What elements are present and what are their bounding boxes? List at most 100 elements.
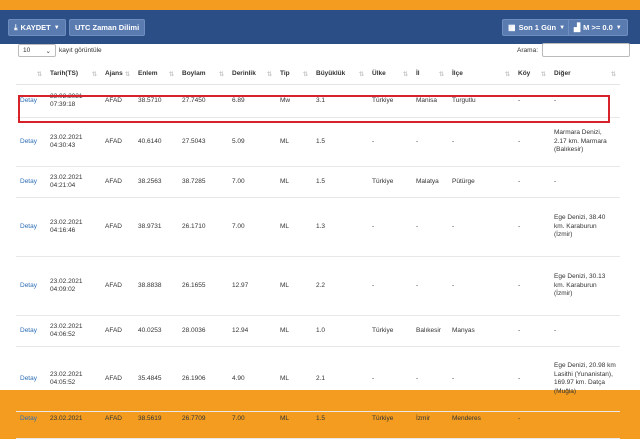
- district-cell: -: [448, 346, 514, 412]
- other-cell: Ege Denizi, 30.13 km. Karaburun (İzmir): [550, 256, 620, 316]
- column-header[interactable]: Tip ⇅: [276, 64, 312, 85]
- depth-cell: 5.09: [228, 117, 276, 167]
- detail-link[interactable]: Detay: [16, 117, 46, 167]
- table-row: Detay 23.02.2021 04:21:04 AFAD 38.2563 38.728…: [16, 166, 620, 198]
- chevron-down-icon: ▼: [53, 24, 60, 31]
- lat-cell: 38.9731: [134, 197, 178, 257]
- detail-link[interactable]: Detay: [16, 256, 46, 316]
- detail-link[interactable]: Detay: [16, 166, 46, 198]
- column-header[interactable]: Derinlik ⇅: [228, 64, 276, 85]
- mag-cell: 1.5: [312, 411, 368, 439]
- type-cell: ML: [276, 346, 312, 412]
- other-cell: Ege Denizi, 20.98 km Lasithi (Yunanistan…: [550, 346, 620, 412]
- village-cell: -: [514, 166, 550, 198]
- lat-cell: 38.8838: [134, 256, 178, 316]
- save-button[interactable]: ⤓ KAYDET ▼: [8, 19, 66, 36]
- column-header[interactable]: Ülke ⇅: [368, 64, 412, 85]
- earthquake-table: ⇅ Tarih(TS) ⇅ Ajans ⇅ Enlem ⇅ Boylam ⇅ Derinlik ⇅ T…: [16, 64, 620, 439]
- other-cell: Marmara Denizi, 2.17 km. Marmara (Balıke…: [550, 117, 620, 167]
- country-cell: -: [368, 117, 412, 167]
- column-header[interactable]: ⇅: [16, 64, 46, 85]
- bar-chart-icon: ▟: [574, 22, 581, 32]
- search-control: Arama:: [517, 43, 630, 57]
- utc-timezone-button[interactable]: UTC Zaman Dilimi: [69, 19, 146, 36]
- mag-cell: 2.1: [312, 346, 368, 412]
- column-header[interactable]: Boylam ⇅: [178, 64, 228, 85]
- table-row: Detay 23.02.2021 AFAD 38.5619 26.7709 7.00 ML 1…: [16, 411, 620, 439]
- type-cell: ML: [276, 117, 312, 167]
- table-row: Detay 23.02.2021 04:30:43 AFAD 40.6140 27.504…: [16, 117, 620, 167]
- depth-cell: 7.00: [228, 166, 276, 198]
- sort-icon: ⇅: [438, 72, 444, 78]
- lon-cell: 26.1655: [178, 256, 228, 316]
- page-length-control: 10 ⌄ kayıt görüntüle: [18, 44, 102, 57]
- lon-cell: 26.7709: [178, 411, 228, 439]
- sort-icon: ⇅: [610, 72, 616, 78]
- depth-cell: 12.97: [228, 256, 276, 316]
- period-dropdown[interactable]: ▦ Son 1 Gün ▼: [502, 19, 572, 36]
- village-cell: -: [514, 315, 550, 347]
- date-cell: 23.02.2021 04:16:46: [46, 197, 101, 257]
- sort-icon: ⇅: [36, 72, 42, 78]
- other-cell: Ege Denizi, 38.40 km. Karaburun (İzmir): [550, 197, 620, 257]
- sort-icon: ⇅: [358, 72, 364, 78]
- province-cell: -: [412, 197, 448, 257]
- lon-cell: 27.5043: [178, 117, 228, 167]
- lon-cell: 27.7450: [178, 84, 228, 118]
- province-cell: Manisa: [412, 84, 448, 118]
- depth-cell: 7.00: [228, 197, 276, 257]
- detail-link[interactable]: Detay: [16, 411, 46, 439]
- other-cell: -: [550, 84, 620, 118]
- province-cell: -: [412, 346, 448, 412]
- sort-icon: ⇅: [168, 72, 174, 78]
- column-header[interactable]: Büyüklük ⇅: [312, 64, 368, 85]
- country-cell: -: [368, 346, 412, 412]
- column-header[interactable]: Enlem ⇅: [134, 64, 178, 85]
- toolbar: ⤓ KAYDET ▼ UTC Zaman Dilimi ▦ Son 1 Gün …: [0, 10, 640, 44]
- table-row: Detay 23.02.2021 04:06:52 AFAD 40.0253 28.003…: [16, 315, 620, 347]
- agency-cell: AFAD: [101, 346, 134, 412]
- district-cell: -: [448, 197, 514, 257]
- column-header[interactable]: Köy ⇅: [514, 64, 550, 85]
- district-cell: -: [448, 256, 514, 316]
- country-cell: Türkiye: [368, 84, 412, 118]
- column-header[interactable]: İlçe ⇅: [448, 64, 514, 85]
- column-header[interactable]: Tarih(TS) ⇅: [46, 64, 101, 85]
- other-cell: -: [550, 166, 620, 198]
- agency-cell: AFAD: [101, 256, 134, 316]
- district-cell: Menderes: [448, 411, 514, 439]
- page-length-select[interactable]: 10 ⌄: [18, 44, 56, 57]
- country-cell: Türkiye: [368, 166, 412, 198]
- type-cell: ML: [276, 166, 312, 198]
- sort-icon: ⇅: [266, 72, 272, 78]
- search-input[interactable]: [542, 43, 630, 57]
- magnitude-dropdown[interactable]: ▟ M >= 0.0 ▼: [568, 19, 628, 36]
- detail-link[interactable]: Detay: [16, 84, 46, 118]
- date-cell: 23.02.2021 04:09:02: [46, 256, 101, 316]
- country-cell: Türkiye: [368, 411, 412, 439]
- lat-cell: 40.6140: [134, 117, 178, 167]
- column-header[interactable]: İl ⇅: [412, 64, 448, 85]
- agency-cell: AFAD: [101, 84, 134, 118]
- province-cell: İzmir: [412, 411, 448, 439]
- detail-link[interactable]: Detay: [16, 197, 46, 257]
- chevron-down-icon: ⌄: [45, 47, 51, 55]
- detail-link[interactable]: Detay: [16, 346, 46, 412]
- table-row: Detay 23.02.2021 04:09:02 AFAD 38.8838 26.165…: [16, 256, 620, 316]
- other-cell: -: [550, 315, 620, 347]
- village-cell: -: [514, 346, 550, 412]
- detail-link[interactable]: Detay: [16, 315, 46, 347]
- mag-cell: 1.5: [312, 117, 368, 167]
- column-header[interactable]: Diğer ⇅: [550, 64, 620, 85]
- table-row: Detay 23.02.2021 04:16:46 AFAD 38.9731 26.171…: [16, 197, 620, 257]
- agency-cell: AFAD: [101, 315, 134, 347]
- village-cell: -: [514, 117, 550, 167]
- province-cell: -: [412, 256, 448, 316]
- mag-cell: 1.0: [312, 315, 368, 347]
- type-cell: ML: [276, 197, 312, 257]
- province-cell: Malatya: [412, 166, 448, 198]
- country-cell: Türkiye: [368, 315, 412, 347]
- date-cell: 23.02.2021 04:21:04: [46, 166, 101, 198]
- mag-cell: 2.2: [312, 256, 368, 316]
- column-header[interactable]: Ajans ⇅: [101, 64, 134, 85]
